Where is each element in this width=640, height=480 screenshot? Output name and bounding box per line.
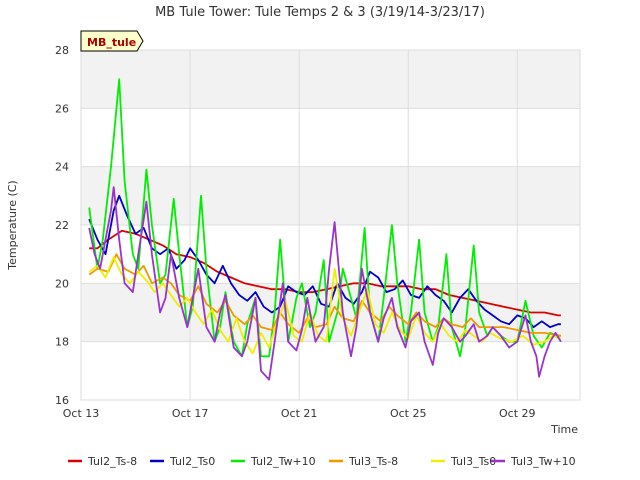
legend-label: Tul2_Ts-8 xyxy=(87,455,137,468)
y-tick-label: 22 xyxy=(55,219,69,232)
y-tick-label: 28 xyxy=(55,44,69,57)
plot-band xyxy=(81,50,580,109)
legend-label: Tul3_Tw+10 xyxy=(510,455,576,468)
x-axis-label: Time xyxy=(550,423,578,436)
x-tick-label: Oct 25 xyxy=(390,407,427,420)
legend-label: Tul2_Ts0 xyxy=(169,455,215,468)
y-tick-label: 24 xyxy=(55,161,69,174)
x-tick-label: Oct 21 xyxy=(281,407,318,420)
site-badge: MB_tule xyxy=(80,30,144,52)
x-tick-label: Oct 17 xyxy=(172,407,209,420)
legend-label: Tul3_Ts-8 xyxy=(348,455,398,468)
y-axis-label: Temperature (C) xyxy=(6,180,19,270)
legend-label: Tul2_Tw+10 xyxy=(250,455,316,468)
legend-label: Tul3_Ts0 xyxy=(450,455,496,468)
y-axis-ticks: 16 18 20 22 24 26 28 xyxy=(55,44,69,407)
y-tick-label: 16 xyxy=(55,394,69,407)
chart: Oct 13 Oct 17 Oct 21 Oct 25 Oct 29 16 18 20 22 2… xyxy=(6,5,581,468)
plot-band xyxy=(81,166,580,225)
chart-title: MB Tule Tower: Tule Temps 2 & 3 (3/19/14… xyxy=(155,5,485,20)
legend: Tul2_Ts-8 Tul2_Ts0 Tul2_Tw+10 Tul3_Ts-8 Tul3… xyxy=(68,455,576,468)
y-tick-label: 18 xyxy=(55,336,69,349)
y-tick-label: 26 xyxy=(55,102,69,115)
site-badge-label: MB_tule xyxy=(87,36,136,49)
x-tick-label: Oct 29 xyxy=(499,407,536,420)
x-tick-label: Oct 13 xyxy=(63,407,100,420)
y-tick-label: 20 xyxy=(55,277,69,290)
x-axis-ticks: Oct 13 Oct 17 Oct 21 Oct 25 Oct 29 xyxy=(63,407,536,420)
